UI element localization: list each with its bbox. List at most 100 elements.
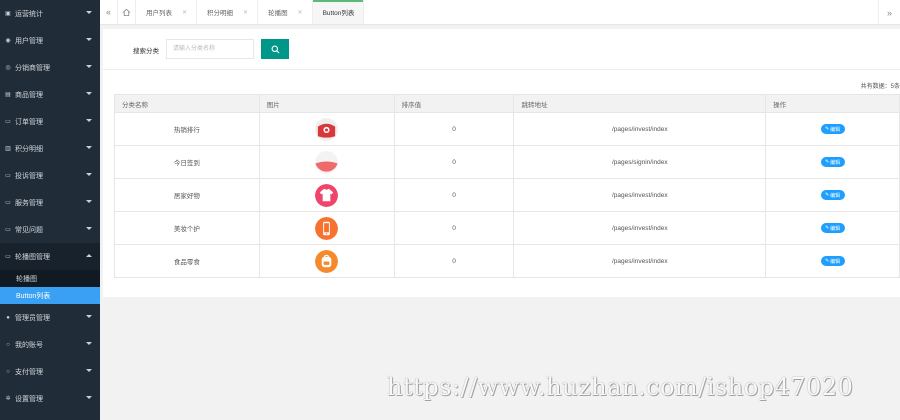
close-icon[interactable]: ✕: [182, 9, 187, 16]
data-table: 分类名称 图片 排序值 跳转地址 操作 热销排行 0 /pages/invest…: [114, 94, 900, 278]
tab-label: 用户列表: [146, 10, 172, 17]
chevron-down-icon: [86, 146, 92, 149]
cell-url: /pages/invest/index: [513, 112, 767, 146]
sidebar-subitem-button-list[interactable]: Button列表: [0, 287, 100, 304]
sidebar-item-faq[interactable]: ▭ 常见问题: [0, 216, 100, 243]
sidebar-item-label: 商品管理: [15, 91, 43, 99]
red-envelope-icon: [315, 117, 339, 141]
cell-sort: 0: [393, 145, 515, 179]
cell-sort: 0: [393, 211, 515, 245]
sidebar-item-products[interactable]: ▤ 商品管理: [0, 81, 100, 108]
table-row: 居家好物 0 /pages/invest/index ✎ 编辑: [114, 178, 900, 212]
column-header-name: 分类名称: [114, 94, 260, 113]
cell-image: [258, 244, 395, 278]
chart-icon: ▣: [5, 11, 11, 17]
column-header-url: 跳转地址: [513, 94, 767, 113]
table-header-row: 分类名称 图片 排序值 跳转地址 操作: [114, 94, 900, 113]
tab-label: 积分明细: [207, 10, 234, 17]
sidebar-item-orders[interactable]: ▭ 订单管理: [0, 108, 100, 135]
tab-label: Button列表: [322, 10, 355, 17]
edit-button[interactable]: ✎ 编辑: [820, 256, 845, 266]
cell-actions: ✎ 编辑: [765, 112, 900, 146]
order-icon: ▭: [5, 119, 11, 125]
scroll-left-icon[interactable]: «: [100, 0, 118, 24]
sidebar-item-admins[interactable]: ● 管理员管理: [0, 304, 100, 331]
home-icon[interactable]: [118, 0, 136, 24]
edit-button-label: 编辑: [830, 225, 841, 232]
tshirt-icon: [315, 183, 339, 207]
tab-button-list[interactable]: Button列表: [312, 0, 365, 24]
edit-button[interactable]: ✎ 编辑: [820, 124, 845, 134]
column-header-sort: 排序值: [393, 94, 515, 113]
sidebar-item-settings[interactable]: ✲ 设置管理: [0, 385, 100, 412]
sidebar-item-points[interactable]: ▥ 积分明细: [0, 135, 100, 162]
sidebar-item-banners[interactable]: ▭ 轮播图管理: [0, 243, 100, 270]
cell-image: [258, 112, 395, 146]
edit-button-label: 编辑: [830, 258, 841, 265]
sidebar-item-label: 管理员管理: [15, 314, 50, 322]
cell-url: /pages/invest/index: [513, 211, 767, 245]
sidebar-item-label: 服务管理: [15, 199, 43, 207]
cell-sort: 0: [393, 244, 515, 278]
sidebar-item-users[interactable]: ◉ 用户管理: [0, 27, 100, 54]
pencil-icon: ✎: [824, 126, 830, 132]
account-icon: ○: [6, 341, 10, 348]
chevron-down-icon: [86, 396, 92, 399]
edit-button-label: 编辑: [830, 126, 841, 133]
sidebar-item-label: 投诉管理: [15, 172, 43, 180]
tab-user-list[interactable]: 用户列表 ✕: [136, 0, 198, 24]
content-card: 搜索分类 共有数据：5条 分类名称 图片 排序值 跳转地址 操作 热销排行: [103, 29, 900, 297]
admin-icon: ●: [6, 314, 10, 321]
table-row: 食品零食 0 /pages/invest/index ✎ 编辑: [114, 244, 900, 278]
cell-url: /pages/invest/index: [513, 178, 767, 212]
edit-button-label: 编辑: [830, 159, 841, 166]
close-icon[interactable]: ✕: [298, 9, 303, 16]
chevron-down-icon: [86, 227, 92, 230]
chevron-down-icon: [86, 342, 92, 345]
user-icon: ◉: [5, 38, 11, 44]
cell-name: 食品零食: [114, 244, 260, 278]
cell-name: 居家好物: [114, 178, 260, 212]
tab-points-detail[interactable]: 积分明细 ✕: [197, 0, 259, 24]
sidebar-item-complaints[interactable]: ▭ 投诉管理: [0, 162, 100, 189]
close-icon[interactable]: ✕: [243, 9, 248, 16]
table-row: 今日签到 0 /pages/signin/index ✎ 编辑: [114, 145, 900, 179]
cell-image: [258, 145, 395, 179]
watermark: https://www.huzhan.com/ishop47020: [387, 373, 854, 401]
chevron-down-icon: [86, 65, 92, 68]
complaint-icon: ▭: [5, 173, 11, 179]
sidebar-subitem-label: 轮播图: [16, 275, 37, 283]
tab-banner[interactable]: 轮播图 ✕: [258, 0, 313, 24]
sidebar-item-payment[interactable]: ○ 支付管理: [0, 358, 100, 385]
sidebar-item-distributors[interactable]: ◎ 分销商管理: [0, 54, 100, 81]
chevron-up-icon: [86, 254, 92, 257]
sidebar-item-label: 支付管理: [15, 368, 43, 376]
sidebar-item-label: 我的账号: [15, 341, 43, 349]
edit-button[interactable]: ✎ 编辑: [820, 190, 845, 200]
payment-icon: ○: [6, 368, 10, 375]
search-row: 搜索分类: [103, 39, 900, 61]
faq-icon: ▭: [5, 227, 11, 233]
scroll-right-icon[interactable]: »: [878, 0, 900, 25]
column-header-image: 图片: [258, 94, 395, 113]
chevron-down-icon: [86, 11, 92, 14]
sidebar-item-label: 运营统计: [15, 10, 43, 18]
sidebar-item-stats[interactable]: ▣ 运营统计: [0, 0, 100, 27]
cell-actions: ✎ 编辑: [765, 178, 900, 212]
sidebar-item-services[interactable]: ▭ 服务管理: [0, 189, 100, 216]
sidebar-subitem-banner[interactable]: 轮播图: [0, 270, 100, 287]
divider: [103, 69, 900, 70]
cell-image: [258, 178, 395, 212]
sidebar-item-label: 用户管理: [15, 37, 43, 45]
table-row: 热销排行 0 /pages/invest/index ✎ 编辑: [114, 112, 900, 146]
search-button[interactable]: [261, 39, 289, 59]
sidebar-item-account[interactable]: ○ 我的账号: [0, 331, 100, 358]
tab-label: 轮播图: [268, 10, 288, 17]
chevron-down-icon: [86, 369, 92, 372]
edit-button[interactable]: ✎ 编辑: [820, 157, 845, 167]
total-count: 共有数据：5条: [860, 84, 900, 90]
edit-button[interactable]: ✎ 编辑: [820, 223, 845, 233]
backpack-icon: [315, 249, 339, 273]
pencil-icon: ✎: [824, 192, 830, 198]
search-input[interactable]: [166, 39, 254, 59]
